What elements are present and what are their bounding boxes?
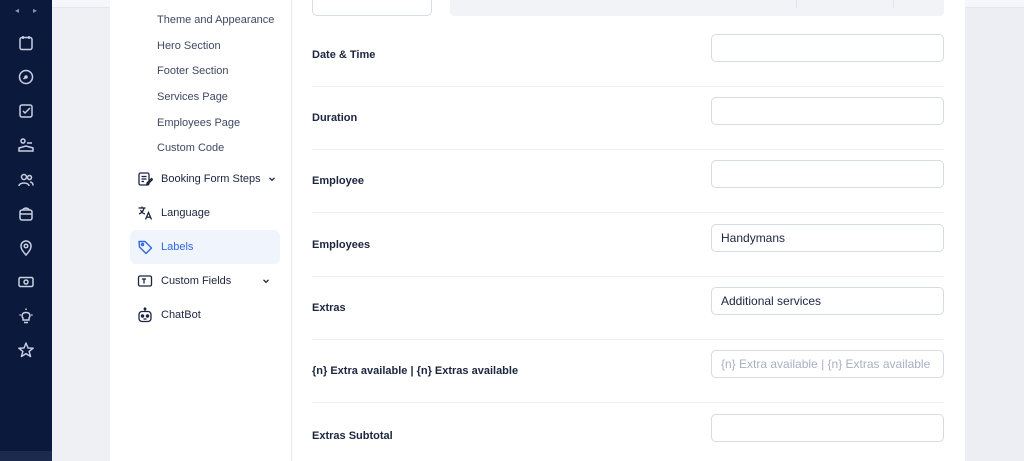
settings-sidebar: Theme and Appearance Hero Section Footer…	[110, 0, 292, 461]
dashboard-icon[interactable]	[17, 68, 35, 86]
sidebar-item-label: Booking Form Steps	[161, 173, 261, 185]
extras-label-input[interactable]	[711, 287, 944, 315]
sidebar-item-chatbot[interactable]: ChatBot	[130, 298, 280, 332]
duration-label-input[interactable]	[711, 97, 944, 125]
sidebar-item-custom-fields[interactable]: Custom Fields	[130, 264, 280, 298]
sidebar-item-label: Custom Fields	[161, 275, 232, 287]
form-steps-icon	[137, 171, 153, 187]
label-row-date-time: Date & Time	[312, 24, 944, 87]
star-icon[interactable]	[17, 341, 35, 359]
robot-icon	[137, 307, 153, 323]
field-label: Extras Subtotal	[312, 429, 393, 442]
field-label: Date & Time	[312, 49, 376, 61]
sidebar-item-label: Language	[161, 207, 210, 219]
label-row-extras: Extras	[312, 277, 944, 340]
sidebar-subitem-theme[interactable]: Theme and Appearance	[157, 14, 274, 26]
rail-collapse-toggle[interactable]: ◂ ▸	[0, 6, 52, 16]
extras-subtotal-label-input[interactable]	[711, 414, 944, 442]
sidebar-item-label: ChatBot	[161, 309, 201, 321]
page-background-right	[965, 0, 1024, 461]
money-icon[interactable]	[17, 273, 35, 291]
employee-label-input[interactable]	[711, 160, 944, 188]
language-select[interactable]	[312, 0, 432, 16]
rail-footer	[0, 451, 52, 461]
arrow-right-icon[interactable]: ▸	[33, 6, 37, 16]
sidebar-subitem-footer[interactable]: Footer Section	[157, 65, 229, 77]
app-rail: ◂ ▸	[0, 0, 52, 461]
page-background	[52, 0, 110, 461]
services-icon[interactable]	[17, 205, 35, 223]
tab-bar	[450, 0, 944, 16]
field-label: Duration	[312, 112, 358, 124]
booking-icon[interactable]	[17, 136, 35, 154]
check-square-icon[interactable]	[17, 102, 35, 120]
employees-label-input[interactable]	[711, 224, 944, 252]
field-label: Employee	[312, 175, 364, 187]
tab-divider	[796, 0, 797, 8]
sidebar-subitem-services-page[interactable]: Services Page	[157, 91, 228, 103]
sidebar-subitem-employees-page[interactable]: Employees Page	[157, 117, 240, 129]
calendar-icon[interactable]	[17, 34, 35, 52]
chevron-down-icon[interactable]	[261, 276, 271, 286]
sidebar-item-language[interactable]: Language	[130, 196, 280, 230]
field-label: Extras	[312, 302, 346, 314]
field-label: {n} Extra available | {n} Extras availab…	[312, 365, 519, 377]
label-row-duration: Duration	[312, 87, 944, 150]
lightbulb-icon[interactable]	[17, 307, 35, 325]
language-icon	[137, 205, 153, 221]
location-icon[interactable]	[17, 239, 35, 257]
sidebar-item-labels[interactable]: Labels	[130, 230, 280, 264]
tag-icon	[137, 239, 153, 255]
label-row-extras-available: {n} Extra available | {n} Extras availab…	[312, 340, 944, 403]
arrow-left-icon[interactable]: ◂	[15, 6, 19, 16]
sidebar-item-booking-form-steps[interactable]: Booking Form Steps	[130, 162, 280, 196]
label-row-employee: Employee	[312, 150, 944, 213]
extras-available-label-input[interactable]	[711, 350, 944, 378]
date-time-label-input[interactable]	[711, 34, 944, 62]
field-label: Employees	[312, 239, 371, 251]
settings-panel: Theme and Appearance Hero Section Footer…	[110, 0, 965, 461]
sidebar-subitem-hero[interactable]: Hero Section	[157, 40, 221, 52]
sidebar-subitem-custom-code[interactable]: Custom Code	[157, 142, 224, 154]
chevron-down-icon[interactable]	[267, 174, 277, 184]
users-icon[interactable]	[17, 171, 35, 189]
tab-divider	[893, 0, 894, 8]
label-row-extras-subtotal: Extras Subtotal	[312, 404, 944, 461]
sidebar-item-label: Labels	[161, 241, 194, 253]
custom-fields-icon	[137, 273, 153, 289]
label-row-employees: Employees	[312, 214, 944, 277]
